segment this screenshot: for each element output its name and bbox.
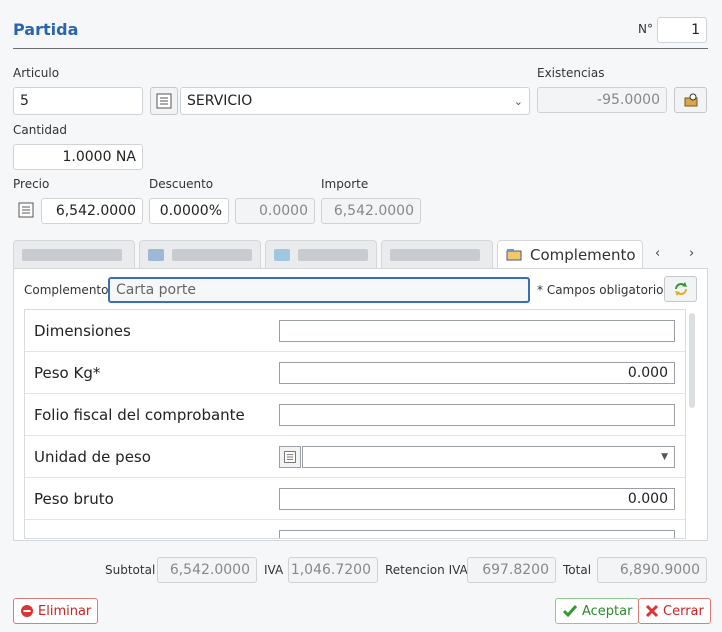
- existencias-field: -95.0000: [537, 87, 667, 113]
- iva-label: IVA: [264, 563, 284, 577]
- grid-row: Unidad de peso ▼: [25, 436, 685, 478]
- blurred-tab-label: [172, 248, 252, 261]
- articulo-select[interactable]: SERVICIO ⌄: [180, 87, 530, 115]
- precio-list-icon[interactable]: [17, 201, 35, 223]
- row-label-dimensiones: Dimensiones: [34, 321, 131, 340]
- list-icon: [156, 93, 172, 109]
- retencion-field: 697.8200: [467, 557, 556, 583]
- tabs-bar: Complemento ‹ ›: [13, 240, 708, 268]
- peso-kg-input[interactable]: 0.000: [279, 362, 675, 384]
- next-row-input[interactable]: [279, 530, 675, 538]
- blurred-tab-label: [390, 248, 480, 261]
- grid-row: [25, 520, 685, 538]
- existencias-button[interactable]: [674, 87, 707, 113]
- tab-icon: [148, 248, 164, 261]
- tab-complemento[interactable]: Complemento: [497, 240, 643, 268]
- complemento-select[interactable]: Carta porte: [108, 277, 530, 303]
- number-field[interactable]: 1: [657, 17, 707, 43]
- tab-prev-icon[interactable]: ‹: [655, 246, 660, 261]
- importe-field: 6,542.0000: [321, 198, 421, 224]
- required-note: * Campos obligatorios: [537, 283, 670, 297]
- tab-4[interactable]: [381, 240, 493, 268]
- page-title: Partida: [13, 20, 79, 39]
- precio-label: Precio: [13, 177, 50, 191]
- row-label-unidad-peso: Unidad de peso: [34, 447, 151, 466]
- total-field: 6,890.9000: [597, 557, 707, 583]
- header-divider: [13, 48, 708, 49]
- folio-fiscal-input[interactable]: [279, 404, 675, 426]
- grid-row: Peso bruto 0.000: [25, 478, 685, 520]
- unidad-peso-select[interactable]: ▼: [302, 446, 675, 468]
- peso-bruto-input[interactable]: 0.000: [279, 488, 675, 510]
- iva-field: 1,046.7200: [288, 557, 378, 583]
- number-label: N°: [638, 22, 653, 36]
- tab-3[interactable]: [265, 240, 377, 268]
- tab-2[interactable]: [139, 240, 261, 268]
- accept-button[interactable]: Aceptar: [555, 598, 640, 624]
- stock-icon: [684, 93, 697, 107]
- refresh-button[interactable]: [664, 276, 697, 302]
- subtotal-label: Subtotal: [105, 563, 156, 577]
- descuento-label: Descuento: [149, 177, 214, 191]
- tab-icon: [274, 248, 290, 261]
- existencias-label: Existencias: [537, 66, 605, 80]
- close-icon: [645, 604, 659, 618]
- subtotal-field: 6,542.0000: [157, 557, 257, 583]
- dimensiones-input[interactable]: [279, 320, 675, 342]
- close-button[interactable]: Cerrar: [638, 598, 711, 624]
- grid-scrollbar[interactable]: [688, 309, 696, 539]
- scroll-thumb[interactable]: [689, 313, 695, 408]
- row-label-folio-fiscal: Folio fiscal del comprobante: [34, 405, 245, 424]
- grid-row: Dimensiones: [25, 310, 685, 352]
- unidad-peso-list-icon[interactable]: [279, 446, 301, 468]
- complemento-panel: Complemento Carta porte * Campos obligat…: [13, 268, 708, 541]
- caret-down-icon: ▼: [661, 452, 668, 462]
- tab-1[interactable]: [13, 240, 135, 268]
- tab-next-icon[interactable]: ›: [689, 246, 694, 261]
- descuento-amount-field: 0.0000: [235, 198, 315, 224]
- articulo-code-input[interactable]: 5: [13, 87, 143, 115]
- complemento-label: Complemento: [24, 283, 109, 297]
- blurred-tab-label: [298, 248, 368, 261]
- row-label-peso-bruto: Peso bruto: [34, 489, 114, 508]
- descuento-percent-input[interactable]: 0.0000%: [149, 198, 229, 224]
- refresh-icon: [674, 282, 687, 296]
- minus-circle-icon: [21, 605, 33, 617]
- grid-row: Peso Kg* 0.000: [25, 352, 685, 394]
- cantidad-label: Cantidad: [13, 123, 67, 137]
- total-label: Total: [563, 563, 592, 577]
- articulo-list-button[interactable]: [150, 87, 178, 115]
- row-label-peso-kg: Peso Kg*: [34, 363, 101, 382]
- articulo-select-value: SERVICIO: [187, 93, 253, 109]
- delete-button[interactable]: Eliminar: [13, 598, 99, 624]
- blurred-tab-label: [22, 248, 122, 261]
- check-icon: [562, 605, 578, 618]
- articulo-label: Articulo: [13, 66, 60, 80]
- grid-row: Folio fiscal del comprobante: [25, 394, 685, 436]
- fields-grid: Dimensiones Peso Kg* 0.000 Folio fiscal …: [24, 309, 686, 539]
- importe-label: Importe: [321, 177, 369, 191]
- retencion-label: Retencion IVA: [385, 563, 468, 577]
- cantidad-input[interactable]: 1.0000 NA: [13, 144, 143, 170]
- chevron-down-icon: ⌄: [513, 94, 523, 108]
- complemento-tab-icon: [506, 248, 522, 260]
- precio-input[interactable]: 6,542.0000: [41, 198, 143, 224]
